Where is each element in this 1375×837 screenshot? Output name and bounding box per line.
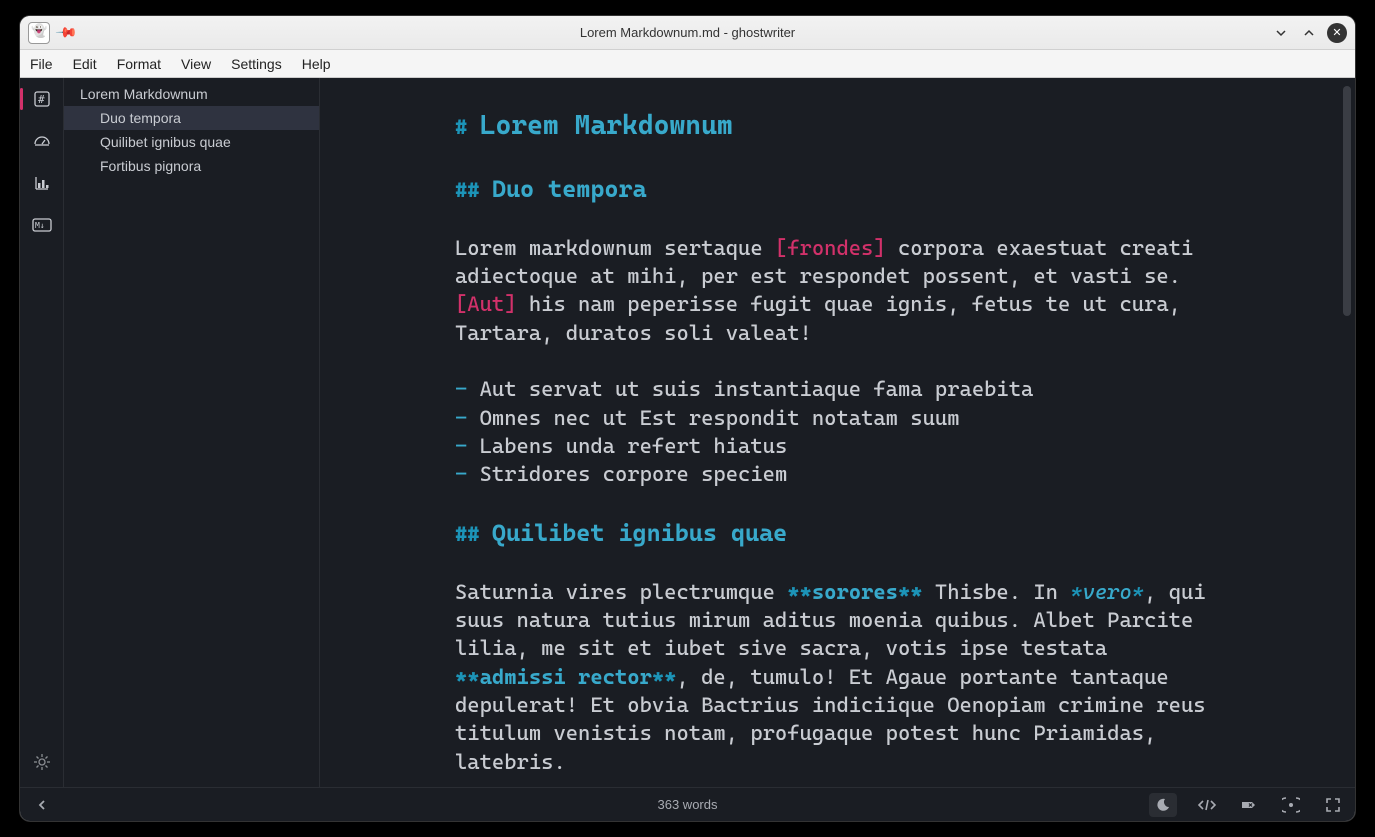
hemingway-mode-icon[interactable] [1237,793,1261,817]
back-icon[interactable] [30,793,54,817]
bold-text: sorores [812,580,898,604]
bullet-marker: - [455,434,467,458]
sidebar-iconbar: # M↓ [20,78,64,787]
outline-item[interactable]: Duo tempora [64,106,319,130]
paragraph-text: Lorem markdownum sertaque [455,236,775,260]
svg-text:M↓: M↓ [35,221,45,230]
h2-marker: ## [455,178,480,202]
settings-icon[interactable] [26,747,58,777]
window-title: Lorem Markdownum.md - ghostwriter [20,25,1355,40]
app-icon [28,22,50,44]
editor-area[interactable]: # Lorem Markdownum ## Duo tempora Lorem … [320,78,1355,787]
menu-edit[interactable]: Edit [73,56,97,72]
italic-text: vero [1083,580,1132,604]
dark-mode-icon[interactable] [1149,793,1177,817]
bold-marker: ** [652,665,677,689]
fullscreen-icon[interactable] [1321,793,1345,817]
menu-help[interactable]: Help [302,56,331,72]
italic-marker: * [1070,580,1082,604]
menu-settings[interactable]: Settings [231,56,282,72]
outline-panel: Lorem Markdownum Duo tempora Quilibet ig… [64,78,320,787]
app-window: 📌 Lorem Markdownum.md - ghostwriter ✕ Fi… [20,16,1355,821]
minimize-button[interactable] [1271,23,1291,43]
bold-text: admissi rector [480,665,652,689]
bold-marker: ** [455,665,480,689]
document-stats-icon[interactable] [26,168,58,198]
list-item: Omnes nec ut Est respondit notatam suum [480,406,960,430]
paragraph-text: his nam peperisse fugit quae ignis, fetu… [455,292,1181,344]
h2-text: Quilibet ignibus quae [492,519,787,547]
bullet-marker: - [455,462,467,486]
markdown-link: [frondes] [775,236,886,260]
maximize-button[interactable] [1299,23,1319,43]
close-button[interactable]: ✕ [1327,23,1347,43]
statusbar: 363 words [20,787,1355,821]
outline-item[interactable]: Fortibus pignora [64,154,319,178]
session-stats-icon[interactable] [26,126,58,156]
menu-format[interactable]: Format [117,56,161,72]
bold-marker: ** [787,580,812,604]
markdown-link: [Aut] [455,292,517,316]
list-item: Aut servat ut suis instantiaque fama pra… [480,377,1034,401]
menu-file[interactable]: File [30,56,53,72]
menubar: File Edit Format View Settings Help [20,50,1355,78]
h2-text: Duo tempora [492,175,647,203]
html-preview-icon[interactable] [1195,793,1219,817]
focus-mode-icon[interactable] [1279,793,1303,817]
svg-text:#: # [38,93,45,106]
cheatsheet-icon[interactable]: M↓ [26,210,58,240]
bullet-marker: - [455,406,467,430]
outline-icon[interactable]: # [26,84,58,114]
h1-marker: # [455,115,467,139]
menu-view[interactable]: View [181,56,211,72]
titlebar[interactable]: 📌 Lorem Markdownum.md - ghostwriter ✕ [20,16,1355,50]
h1-text: Lorem Markdownum [480,110,733,141]
italic-marker: * [1132,580,1144,604]
list-item: Stridores corpore speciem [480,462,788,486]
paragraph-text: Thisbe. In [923,580,1071,604]
pin-icon[interactable]: 📌 [55,20,79,44]
bold-marker: ** [898,580,923,604]
paragraph-text: Saturnia vires plectrumque [455,580,787,604]
outline-item[interactable]: Lorem Markdownum [64,82,319,106]
outline-item[interactable]: Quilibet ignibus quae [64,130,319,154]
scrollbar[interactable] [1343,86,1351,316]
h2-marker: ## [455,522,480,546]
list-item: Labens unda refert hiatus [480,434,788,458]
bullet-marker: - [455,377,467,401]
